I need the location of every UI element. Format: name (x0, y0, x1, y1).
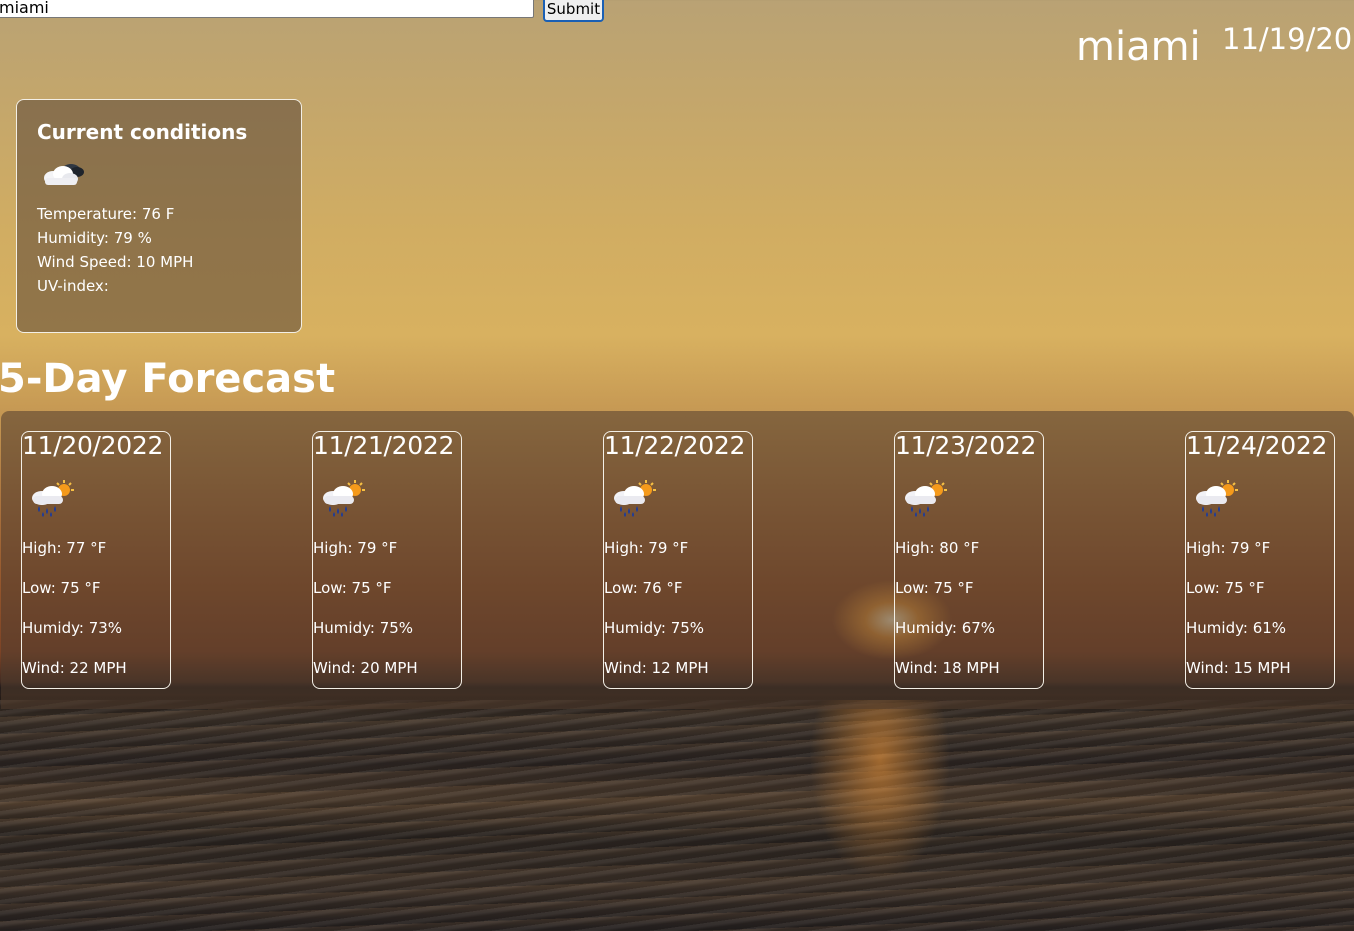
background-water (0, 700, 1354, 931)
rain-sun-icon (614, 480, 656, 517)
forecast-date: 11/23/2022 (895, 431, 1037, 460)
forecast-humidity: Humidy: 61% (1186, 619, 1287, 637)
forecast-heading: 5-Day Forecast (0, 356, 336, 402)
city-name: miami (1076, 24, 1201, 70)
forecast-date: 11/21/2022 (313, 431, 455, 460)
forecast-card: 11/20/2022 High: 77 °F Low: 75 °F Humidy… (21, 431, 171, 689)
forecast-humidity: Humidy: 73% (22, 619, 123, 637)
forecast-humidity: Humidy: 75% (604, 619, 705, 637)
forecast-card: 11/24/2022 High: 79 °F Low: 75 °F Humidy… (1185, 431, 1335, 689)
forecast-wind: Wind: 20 MPH (313, 659, 418, 677)
current-conditions-card: Current conditions Temperature: 76 F Hum… (16, 99, 302, 333)
forecast-high: High: 79 °F (1186, 539, 1271, 557)
forecast-high: High: 77 °F (22, 539, 107, 557)
forecast-high: High: 79 °F (313, 539, 398, 557)
forecast-low: Low: 75 °F (313, 579, 392, 597)
forecast-humidity: Humidy: 75% (313, 619, 414, 637)
forecast-high: High: 79 °F (604, 539, 689, 557)
forecast-card: 11/23/2022 High: 80 °F Low: 75 °F Humidy… (894, 431, 1044, 689)
forecast-low: Low: 75 °F (895, 579, 974, 597)
forecast-card: 11/22/2022 High: 79 °F Low: 76 °F Humidy… (603, 431, 753, 689)
forecast-panel: 11/20/2022 High: 77 °F Low: 75 °F Humidy… (1, 411, 1354, 709)
forecast-date: 11/24/2022 (1186, 431, 1328, 460)
forecast-wind: Wind: 12 MPH (604, 659, 709, 677)
forecast-date: 11/22/2022 (604, 431, 746, 460)
partly-cloudy-night-icon (44, 164, 84, 185)
forecast-low: Low: 75 °F (22, 579, 101, 597)
current-conditions-title: Current conditions (37, 120, 248, 144)
forecast-wind: Wind: 22 MPH (22, 659, 127, 677)
submit-button[interactable]: Submit (543, 0, 604, 22)
humidity-text: Humidity: 79 % (37, 229, 152, 247)
temperature-text: Temperature: 76 F (37, 205, 175, 223)
rain-sun-icon (323, 480, 365, 517)
forecast-high: High: 80 °F (895, 539, 980, 557)
forecast-wind: Wind: 15 MPH (1186, 659, 1291, 677)
forecast-low: Low: 76 °F (604, 579, 683, 597)
city-search-input[interactable] (0, 0, 534, 18)
current-date: 11/19/2022 (1222, 22, 1354, 56)
rain-sun-icon (905, 480, 947, 517)
forecast-wind: Wind: 18 MPH (895, 659, 1000, 677)
rain-sun-icon (32, 480, 74, 517)
forecast-low: Low: 75 °F (1186, 579, 1265, 597)
uv-index-text: UV-index: (37, 277, 109, 295)
forecast-card: 11/21/2022 High: 79 °F Low: 75 °F Humidy… (312, 431, 462, 689)
wind-speed-text: Wind Speed: 10 MPH (37, 253, 194, 271)
forecast-humidity: Humidy: 67% (895, 619, 996, 637)
forecast-date: 11/20/2022 (22, 431, 164, 460)
rain-sun-icon (1196, 480, 1238, 517)
